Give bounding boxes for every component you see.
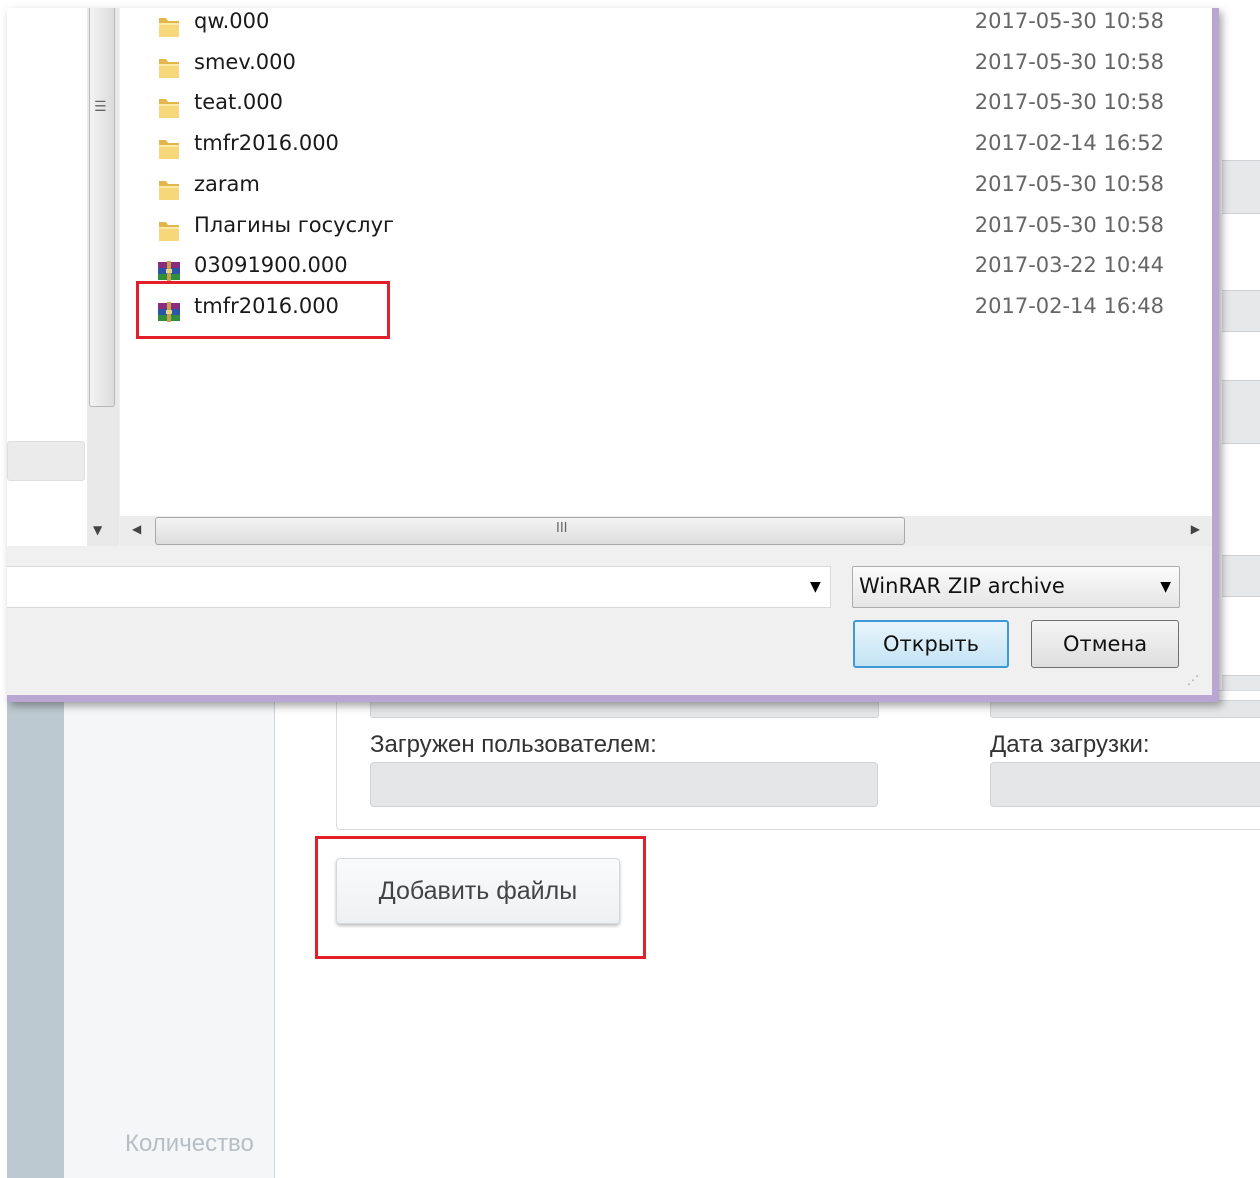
file-row[interactable]: tmfr2016.000 2017-02-14 16:52	[120, 130, 1212, 170]
folder-icon	[156, 95, 182, 121]
folder-icon	[156, 177, 182, 203]
navigation-item[interactable]	[7, 441, 85, 481]
navigation-scroll-thumb[interactable]	[89, 8, 115, 407]
file-open-dialog: ☰ ▼ qw.000 2017-05-30 10:58 smev.000 2017-0…	[7, 8, 1219, 702]
file-name: Плагины госуслуг	[194, 212, 395, 237]
chevron-down-icon: ▼	[1160, 579, 1171, 595]
folder-icon	[156, 218, 182, 244]
file-date: 2017-05-30 10:58	[974, 49, 1164, 74]
resize-grip-icon[interactable]: ⋰	[1187, 673, 1199, 687]
background-field	[1222, 555, 1260, 597]
file-row[interactable]: qw.000 2017-05-30 10:58	[120, 8, 1212, 48]
cancel-button[interactable]: Отмена	[1031, 620, 1179, 668]
file-name: teat.000	[194, 90, 284, 115]
file-type-value: WinRAR ZIP archive	[859, 574, 1065, 598]
folder-icon	[156, 14, 182, 40]
file-name: smev.000	[194, 49, 296, 74]
background-field	[1222, 290, 1260, 332]
file-name: zaram	[194, 171, 260, 196]
quantity-label: Количество	[125, 1130, 254, 1157]
background-field	[1222, 380, 1260, 444]
open-button[interactable]: Открыть	[853, 620, 1009, 668]
highlight-box-selected-file	[136, 281, 390, 339]
file-type-select[interactable]: WinRAR ZIP archive ▼	[852, 566, 1180, 608]
file-date: 2017-05-30 10:58	[974, 212, 1164, 237]
scroll-grip-icon: III	[556, 521, 568, 536]
scroll-left-arrow-icon[interactable]: ◀	[132, 522, 141, 536]
horizontal-scrollbar[interactable]: ◀ III ▶	[120, 516, 1212, 546]
file-date: 2017-05-30 10:58	[974, 171, 1164, 196]
uploaded-by-field	[370, 762, 878, 807]
folder-icon	[156, 55, 182, 81]
file-date: 2017-05-30 10:58	[974, 9, 1164, 33]
folder-icon	[156, 136, 182, 162]
file-list: qw.000 2017-05-30 10:58 smev.000 2017-05-30…	[120, 8, 1212, 516]
file-date: 2017-02-14 16:48	[974, 293, 1164, 318]
horizontal-scroll-thumb[interactable]: III	[155, 517, 905, 545]
file-row[interactable]: teat.000 2017-05-30 10:58	[120, 89, 1212, 129]
file-date: 2017-03-22 10:44	[974, 253, 1164, 278]
file-name: 03091900.000	[194, 253, 348, 278]
file-name: qw.000	[194, 9, 270, 33]
scroll-grip-icon: ☰	[94, 99, 107, 115]
file-name: tmfr2016.000	[194, 131, 339, 156]
navigation-pane	[7, 8, 87, 546]
highlight-box-add-files	[315, 836, 646, 959]
scroll-right-arrow-icon[interactable]: ▶	[1191, 522, 1200, 536]
page-sidebar	[7, 700, 64, 1178]
scroll-down-arrow-icon[interactable]: ▼	[93, 523, 102, 537]
upload-date-label: Дата загрузки:	[990, 731, 1150, 758]
readonly-field	[990, 700, 1260, 718]
upload-date-field	[990, 762, 1260, 807]
file-row[interactable]: zaram 2017-05-30 10:58	[120, 171, 1212, 211]
file-name-input[interactable]	[7, 566, 831, 608]
file-row[interactable]: smev.000 2017-05-30 10:58	[120, 49, 1212, 89]
background-field	[1222, 160, 1260, 214]
file-name-dropdown-icon[interactable]: ▼	[810, 579, 821, 595]
file-date: 2017-02-14 16:52	[974, 131, 1164, 156]
readonly-field	[370, 700, 879, 718]
uploaded-by-label: Загружен пользователем:	[370, 731, 657, 758]
page-sidebar-panel	[64, 700, 275, 1178]
file-row[interactable]: Плагины госуслуг 2017-05-30 10:58	[120, 212, 1212, 252]
file-date: 2017-05-30 10:58	[974, 90, 1164, 115]
